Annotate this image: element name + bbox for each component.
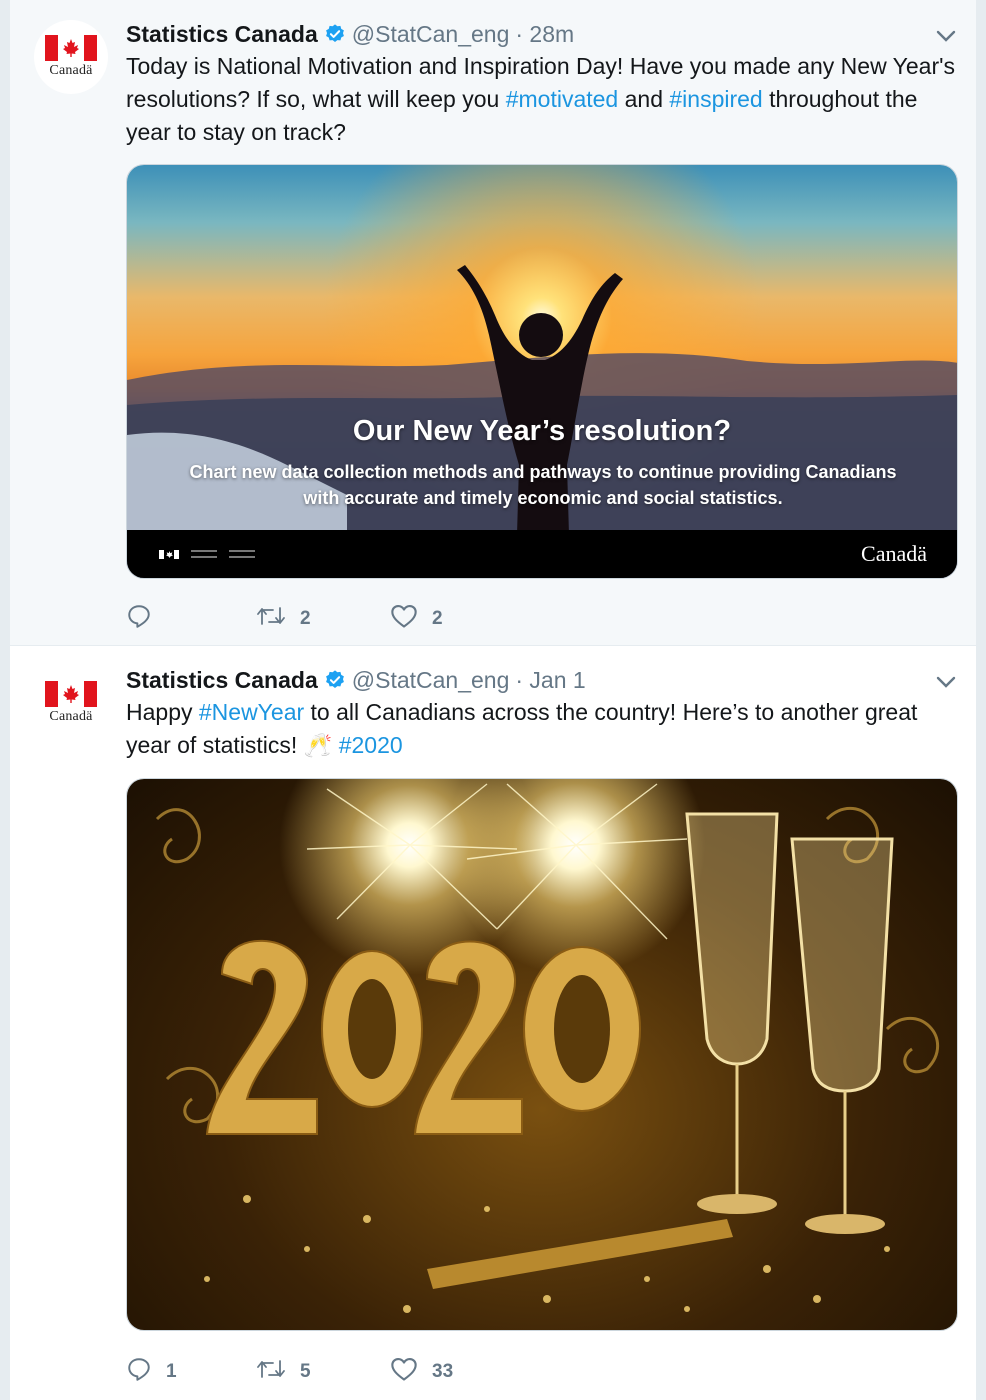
tweet-text: Today is National Motivation and Inspira… xyxy=(126,50,956,149)
retweet-button[interactable]: 2 xyxy=(256,603,311,635)
retweet-button[interactable]: 5 xyxy=(256,1356,311,1388)
like-count: 2 xyxy=(432,608,443,629)
tweet-header: Statistics Canada @StatCan_eng · Jan 1 xyxy=(126,664,586,696)
tweet-image[interactable] xyxy=(126,778,958,1331)
chevron-down-icon[interactable] xyxy=(934,24,958,48)
canada-wordmark: Canadä xyxy=(49,63,93,78)
reply-icon xyxy=(126,1356,152,1388)
champagne-glasses-emoji: 🥂 xyxy=(303,732,333,758)
tweet-timestamp[interactable]: · 28m xyxy=(515,21,574,48)
new-year-photo xyxy=(127,779,957,1330)
reply-button[interactable] xyxy=(126,603,166,635)
hashtag-link[interactable]: #inspired xyxy=(669,86,762,112)
text-segment: Happy xyxy=(126,699,199,725)
like-count: 33 xyxy=(432,1361,454,1382)
canada-flag-icon xyxy=(45,35,97,61)
image-title: Our New Year’s resolution? xyxy=(352,415,732,447)
like-button[interactable]: 2 xyxy=(390,603,443,635)
retweet-count: 5 xyxy=(300,1361,311,1382)
timeline: Canadä Statistics Canada @StatCan_eng · … xyxy=(10,0,976,1400)
canada-wordmark: Canadä xyxy=(861,541,927,566)
tweet-image[interactable]: Our New Year’s resolution? Chart new dat… xyxy=(126,164,958,579)
tweet-timestamp[interactable]: · Jan 1 xyxy=(515,667,585,694)
avatar[interactable]: Canadä xyxy=(34,20,108,94)
retweet-icon xyxy=(256,1356,286,1388)
reply-count: 1 xyxy=(166,1361,177,1382)
author-handle[interactable]: @StatCan_eng xyxy=(352,667,510,694)
like-button[interactable]: 33 xyxy=(390,1356,453,1388)
reply-icon xyxy=(126,603,152,635)
reply-button[interactable]: 1 xyxy=(126,1356,177,1388)
statcan-signature-icon xyxy=(191,550,255,558)
author-name[interactable]: Statistics Canada xyxy=(126,667,318,694)
silhouette-illustration xyxy=(127,265,957,578)
retweet-count: 2 xyxy=(300,608,311,629)
hashtag-link[interactable]: #motivated xyxy=(506,86,619,112)
author-name[interactable]: Statistics Canada xyxy=(126,21,318,48)
canada-flag-icon xyxy=(45,681,97,707)
heart-icon xyxy=(390,1356,418,1388)
tweet-text: Happy #NewYear to all Canadians across t… xyxy=(126,696,926,762)
verified-badge-icon xyxy=(324,669,346,691)
avatar[interactable]: Canadä xyxy=(34,666,108,740)
tweet[interactable]: Canadä Statistics Canada @StatCan_eng · … xyxy=(10,0,976,646)
text-segment: and xyxy=(618,86,670,112)
chevron-down-icon[interactable] xyxy=(934,670,958,694)
heart-icon xyxy=(390,603,418,635)
retweet-icon xyxy=(256,603,286,635)
hashtag-link[interactable]: #2020 xyxy=(339,732,403,758)
celebration-illustration xyxy=(155,783,940,1313)
hashtag-link[interactable]: #NewYear xyxy=(199,699,304,725)
image-footer: Canadä xyxy=(127,530,957,578)
tweet-header: Statistics Canada @StatCan_eng · 28m xyxy=(126,18,574,50)
canada-wordmark: Canadä xyxy=(49,709,93,724)
image-subtitle: Chart new data collection methods and pa… xyxy=(189,462,897,508)
tweet[interactable]: Canadä Statistics Canada @StatCan_eng · … xyxy=(10,646,976,1400)
verified-badge-icon xyxy=(324,23,346,45)
author-handle[interactable]: @StatCan_eng xyxy=(352,21,510,48)
statcan-flag-icon xyxy=(159,550,179,559)
